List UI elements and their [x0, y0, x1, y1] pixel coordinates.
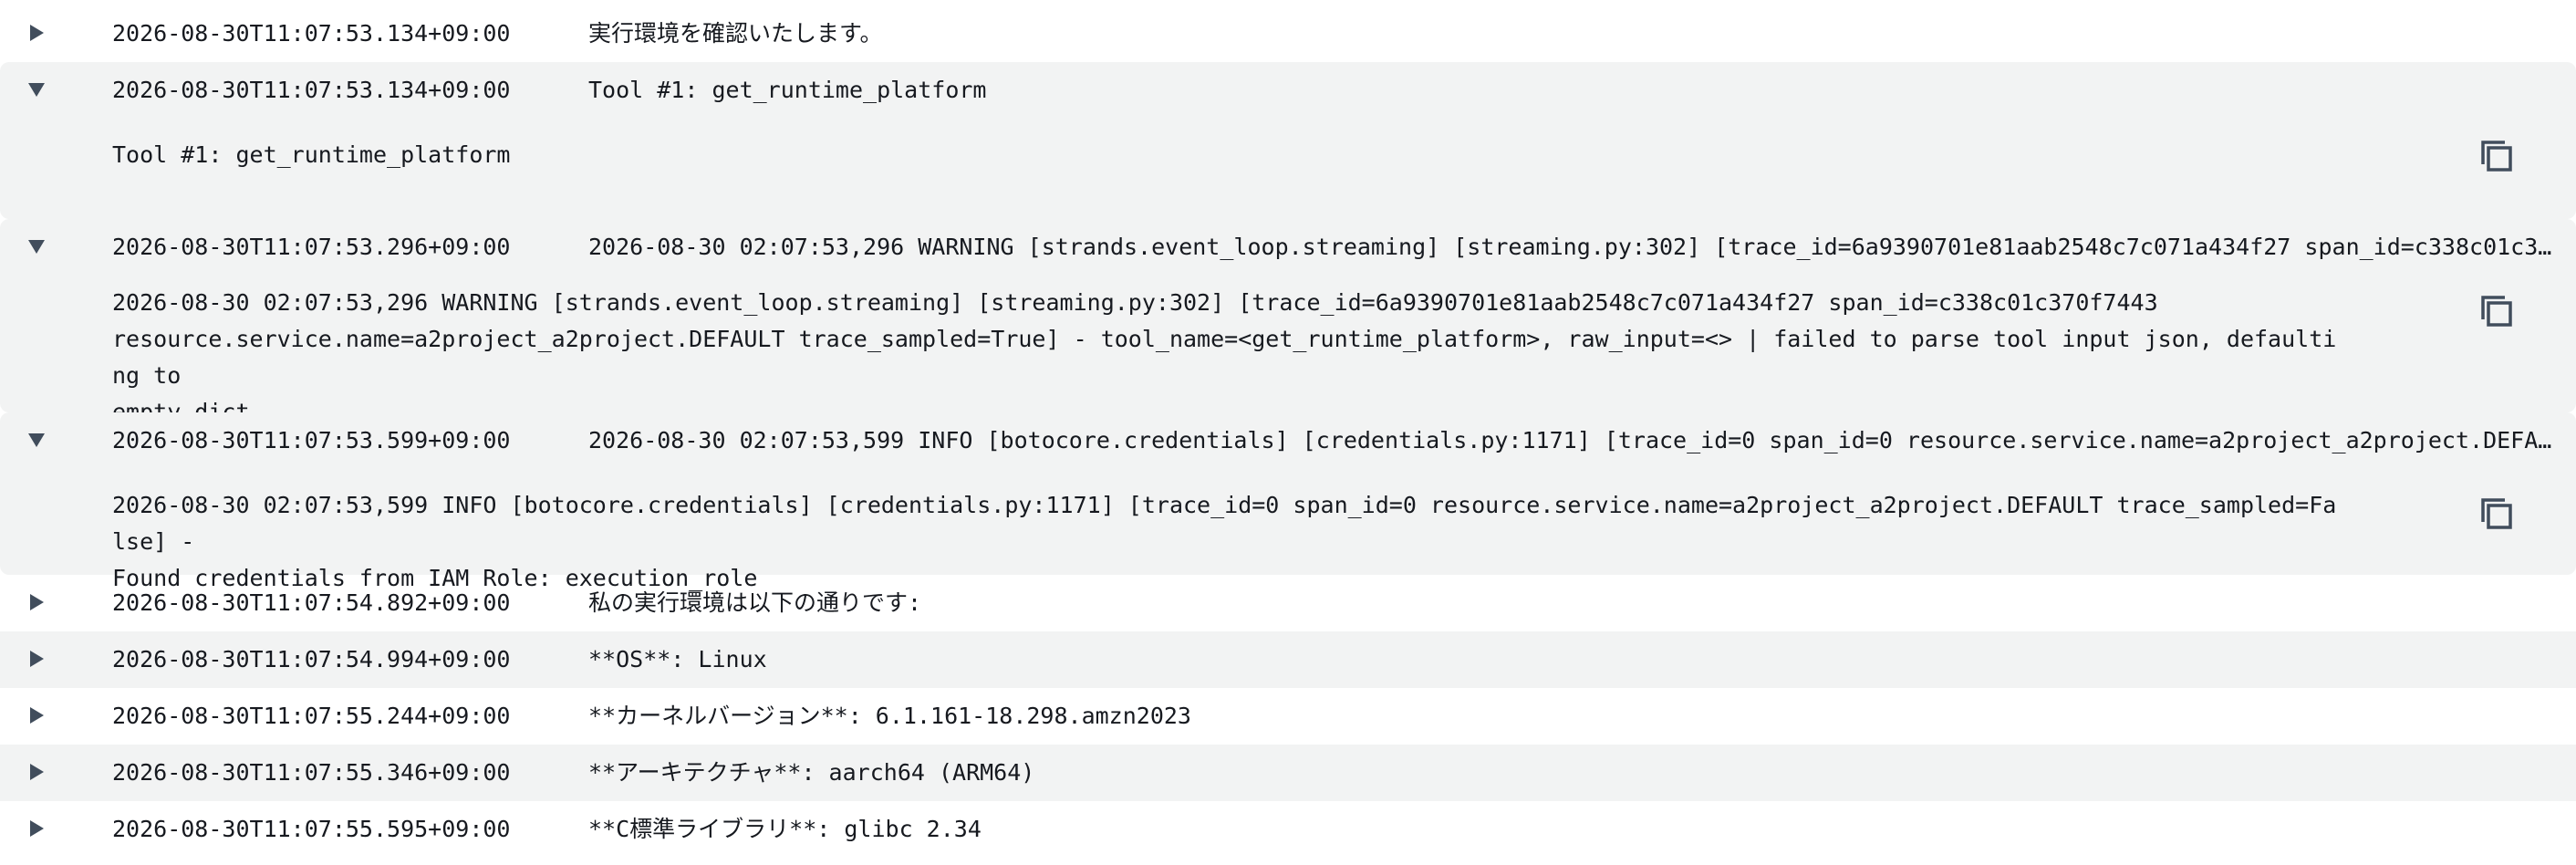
- log-message: Tool #1: get_runtime_platform: [588, 77, 987, 103]
- caret-down-icon[interactable]: [26, 429, 47, 451]
- caret-right-icon[interactable]: [26, 818, 47, 839]
- log-timestamp: 2026-08-30T11:07:55.595+09:00: [112, 816, 511, 842]
- log-message: 実行環境を確認いたします。: [588, 20, 883, 47]
- copy-icon[interactable]: [2479, 139, 2514, 173]
- log-timestamp: 2026-08-30T11:07:54.994+09:00: [112, 646, 511, 672]
- log-row-expanded[interactable]: 2026-08-30T11:07:53.296+09:00 2026-08-30…: [0, 219, 2576, 425]
- log-events-list: 2026-08-30T11:07:53.134+09:00 実行環境を確認いたし…: [0, 5, 2576, 858]
- caret-right-icon[interactable]: [26, 648, 47, 670]
- log-timestamp: 2026-08-30T11:07:54.892+09:00: [112, 589, 511, 616]
- log-row[interactable]: 2026-08-30T11:07:53.134+09:00 実行環境を確認いたし…: [0, 5, 2576, 62]
- log-row[interactable]: 2026-08-30T11:07:55.346+09:00 **アーキテクチャ*…: [0, 745, 2576, 801]
- log-message: **C標準ライブラリ**: glibc 2.34: [588, 816, 982, 842]
- caret-right-icon[interactable]: [26, 22, 47, 44]
- log-message: 私の実行環境は以下の通りです:: [588, 589, 922, 616]
- log-row[interactable]: 2026-08-30T11:07:55.595+09:00 **C標準ライブラリ…: [0, 801, 2576, 858]
- log-message: **カーネルバージョン**: 6.1.161-18.298.amzn2023: [588, 703, 1191, 729]
- log-timestamp: 2026-08-30T11:07:53.599+09:00: [112, 427, 511, 453]
- caret-down-icon[interactable]: [26, 78, 47, 100]
- log-timestamp: 2026-08-30T11:07:53.296+09:00: [112, 234, 511, 260]
- log-timestamp: 2026-08-30T11:07:53.134+09:00: [112, 77, 511, 103]
- log-message: 2026-08-30 02:07:53,296 WARNING [strands…: [588, 234, 2563, 260]
- log-row-expanded[interactable]: 2026-08-30T11:07:53.599+09:00 2026-08-30…: [0, 412, 2576, 591]
- log-row[interactable]: 2026-08-30T11:07:54.994+09:00 **OS**: Li…: [0, 631, 2576, 688]
- copy-icon[interactable]: [2479, 496, 2514, 531]
- log-message: **OS**: Linux: [588, 646, 767, 672]
- log-row[interactable]: 2026-08-30T11:07:54.892+09:00 私の実行環境は以下の…: [0, 575, 2576, 631]
- log-timestamp: 2026-08-30T11:07:53.134+09:00: [112, 20, 511, 47]
- log-detail-text: 2026-08-30 02:07:53,296 WARNING [strands…: [112, 289, 2337, 425]
- caret-right-icon[interactable]: [26, 761, 47, 783]
- log-message: 2026-08-30 02:07:53,599 INFO [botocore.c…: [588, 427, 2563, 453]
- log-timestamp: 2026-08-30T11:07:55.346+09:00: [112, 759, 511, 786]
- caret-down-icon[interactable]: [26, 235, 47, 257]
- caret-right-icon[interactable]: [26, 704, 47, 726]
- log-timestamp: 2026-08-30T11:07:55.244+09:00: [112, 703, 511, 729]
- log-row-expanded[interactable]: 2026-08-30T11:07:53.134+09:00 Tool #1: g…: [0, 62, 2576, 219]
- log-detail-text: Tool #1: get_runtime_platform: [112, 141, 511, 168]
- caret-right-icon[interactable]: [26, 591, 47, 613]
- log-row[interactable]: 2026-08-30T11:07:55.244+09:00 **カーネルバージョ…: [0, 688, 2576, 745]
- copy-icon[interactable]: [2479, 294, 2514, 328]
- log-message: **アーキテクチャ**: aarch64 (ARM64): [588, 759, 1035, 786]
